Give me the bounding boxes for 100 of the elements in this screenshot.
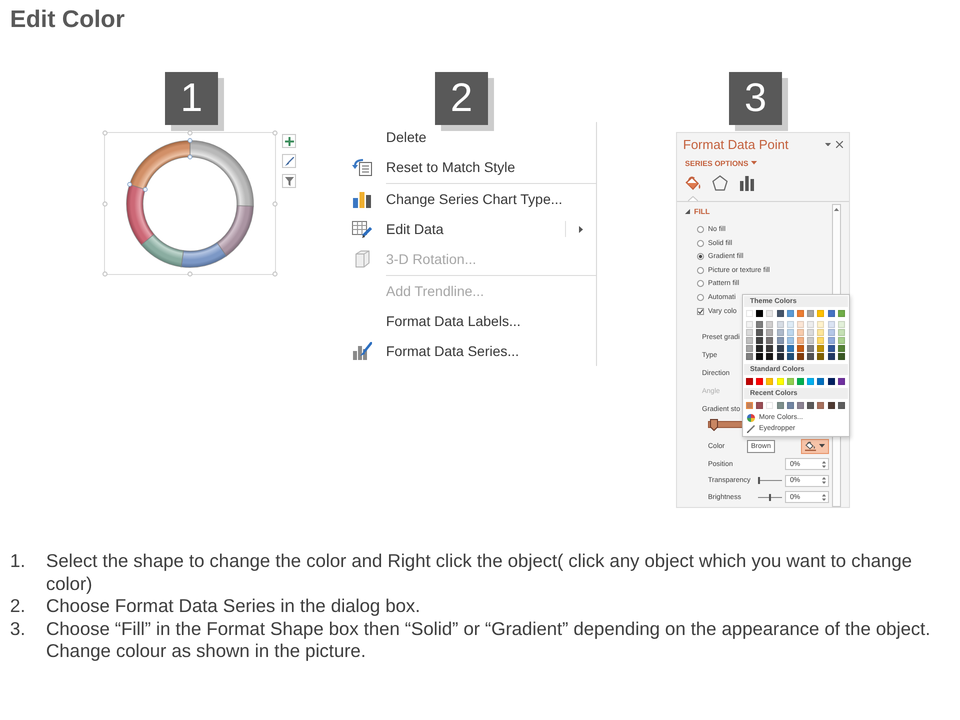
color-swatch[interactable] — [776, 321, 784, 328]
color-swatch[interactable] — [756, 353, 764, 360]
menu-item[interactable]: Change Series Chart Type... — [350, 184, 596, 214]
color-swatch[interactable] — [746, 337, 753, 344]
color-swatch[interactable] — [828, 310, 834, 317]
color-swatch[interactable] — [817, 378, 824, 385]
checkbox[interactable] — [697, 308, 704, 315]
radio-button[interactable] — [697, 294, 704, 301]
color-swatch[interactable] — [828, 337, 834, 344]
color-swatch[interactable] — [828, 402, 834, 409]
color-swatch[interactable] — [817, 345, 824, 352]
radio-button[interactable] — [697, 253, 704, 260]
menu-item[interactable]: Format Data Labels... — [350, 306, 596, 336]
color-swatch[interactable] — [796, 310, 804, 317]
color-swatch[interactable] — [766, 310, 774, 317]
color-swatch[interactable] — [766, 353, 774, 360]
color-swatch[interactable] — [776, 337, 784, 344]
radio-button[interactable] — [697, 280, 704, 288]
color-swatch[interactable] — [838, 353, 845, 360]
color-swatch[interactable] — [796, 337, 804, 344]
selection-handle-icon[interactable] — [272, 272, 278, 276]
color-swatch[interactable] — [756, 402, 764, 409]
menu-item[interactable]: Delete — [350, 122, 596, 152]
color-swatch[interactable] — [838, 329, 845, 336]
color-swatch[interactable] — [817, 337, 824, 344]
spinner-arrows-icon[interactable] — [822, 477, 826, 484]
color-swatch[interactable] — [746, 353, 753, 360]
color-swatch[interactable] — [807, 321, 814, 328]
color-swatch[interactable] — [776, 402, 784, 409]
color-swatch[interactable] — [776, 353, 784, 360]
color-swatch[interactable] — [786, 402, 794, 409]
menu-item[interactable]: Edit Data — [350, 214, 596, 244]
color-swatch[interactable] — [838, 378, 845, 385]
selection-handle-icon[interactable] — [188, 272, 192, 276]
color-swatch[interactable] — [776, 310, 784, 317]
selection-handle-icon[interactable] — [102, 201, 108, 206]
color-swatch[interactable] — [796, 402, 804, 409]
color-swatch[interactable] — [756, 378, 764, 385]
color-swatch[interactable] — [817, 329, 824, 336]
color-swatch[interactable] — [766, 329, 774, 336]
selection-handle-icon[interactable] — [272, 130, 278, 136]
color-swatch[interactable] — [786, 353, 794, 360]
color-swatch[interactable] — [746, 321, 753, 328]
color-swatch[interactable] — [756, 310, 764, 317]
radio-button[interactable] — [697, 266, 704, 274]
gradient-stop-marker-icon[interactable] — [710, 418, 718, 430]
selection-handle-icon[interactable] — [188, 154, 192, 159]
color-swatch[interactable] — [746, 378, 753, 385]
color-swatch[interactable] — [828, 378, 834, 385]
selection-handle-icon[interactable] — [102, 272, 108, 276]
dropdown-caret-icon[interactable] — [825, 142, 831, 146]
color-swatch[interactable] — [746, 345, 753, 352]
close-icon[interactable] — [836, 141, 843, 148]
color-swatch[interactable] — [807, 378, 814, 385]
color-swatch[interactable] — [817, 353, 824, 360]
scroll-up-arrow-icon[interactable] — [834, 208, 839, 211]
radio-button[interactable] — [697, 240, 704, 247]
color-swatch[interactable] — [746, 329, 753, 336]
selection-handle-icon[interactable] — [142, 186, 148, 192]
color-swatch[interactable] — [838, 310, 845, 317]
color-swatch[interactable] — [796, 378, 804, 385]
fill-color-button[interactable] — [801, 438, 829, 454]
color-swatch[interactable] — [796, 345, 804, 352]
color-swatch[interactable] — [766, 337, 774, 344]
color-swatch[interactable] — [796, 321, 804, 328]
color-swatch[interactable] — [807, 353, 814, 360]
color-swatch[interactable] — [796, 353, 804, 360]
color-swatch[interactable] — [756, 337, 764, 344]
spinner-arrows-icon[interactable] — [822, 460, 826, 468]
color-swatch[interactable] — [807, 345, 814, 352]
color-swatch[interactable] — [776, 378, 784, 385]
color-swatch[interactable] — [776, 329, 784, 336]
color-swatch[interactable] — [756, 321, 764, 328]
spinner-arrows-icon[interactable] — [822, 494, 826, 501]
color-swatch[interactable] — [766, 402, 774, 409]
plus-button[interactable] — [282, 134, 296, 148]
color-swatch[interactable] — [838, 321, 845, 328]
color-swatch[interactable] — [786, 337, 794, 344]
color-swatch[interactable] — [786, 310, 794, 317]
menu-item[interactable]: Reset to Match Style — [350, 152, 596, 182]
selection-handle-icon[interactable] — [127, 182, 132, 186]
brush-button[interactable] — [282, 154, 296, 168]
color-swatch[interactable] — [828, 329, 834, 336]
color-swatch[interactable] — [828, 353, 834, 360]
color-swatch[interactable] — [807, 310, 814, 317]
color-swatch[interactable] — [786, 345, 794, 352]
color-swatch[interactable] — [786, 378, 794, 385]
color-swatch[interactable] — [766, 345, 774, 352]
color-swatch[interactable] — [807, 402, 814, 409]
color-swatch[interactable] — [746, 310, 753, 317]
color-swatch[interactable] — [828, 321, 834, 328]
color-swatch[interactable] — [817, 321, 824, 328]
color-swatch[interactable] — [817, 310, 824, 317]
color-swatch[interactable] — [746, 402, 753, 409]
color-swatch[interactable] — [766, 378, 774, 385]
slider-track[interactable] — [758, 477, 782, 484]
color-swatch[interactable] — [756, 329, 764, 336]
radio-button[interactable] — [697, 226, 704, 234]
color-swatch[interactable] — [766, 321, 774, 328]
selection-handle-icon[interactable] — [102, 130, 108, 136]
